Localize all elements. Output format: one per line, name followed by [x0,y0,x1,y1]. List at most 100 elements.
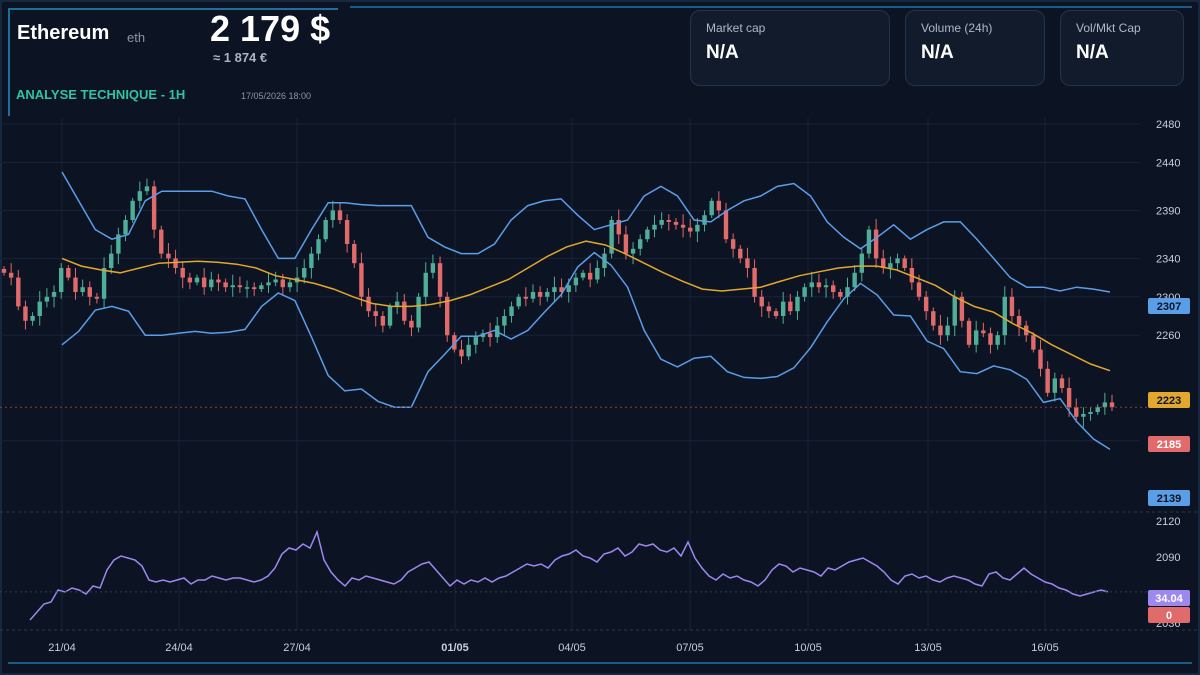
x-date-label: 24/04 [165,642,193,654]
candle-body [187,277,193,283]
candle-body [873,229,879,259]
sma-tag: 2223 [1157,395,1181,407]
candle-body [201,277,207,288]
candle-body [809,282,814,288]
candle-body [23,306,28,321]
candle-body [945,325,950,336]
candle-body [287,282,293,288]
stat-label: Market cap [706,21,766,35]
candle-body [180,268,185,278]
stat-card-market-cap: Market cap N/A [690,10,890,86]
candle-body [216,279,221,283]
candle-body [8,272,14,278]
candle-body [523,296,529,299]
candle-body [352,244,357,264]
candle-body [952,296,957,326]
candle-body [337,210,343,220]
candle-body [309,253,314,268]
y-tick-label: 2440 [1156,157,1180,169]
candle-body [1059,378,1065,388]
candle-body [237,285,243,288]
candle-body [966,320,972,345]
candle-body [151,186,157,230]
stat-value: N/A [706,42,739,63]
candle-body [144,186,150,192]
coin-symbol: eth [127,30,146,45]
candle-body [537,292,543,297]
candle-body [688,227,693,232]
candle-body [730,239,736,249]
candle-body [695,224,700,232]
candle-body [1038,349,1043,369]
y-tick-label: 2390 [1156,205,1180,217]
candle-body [244,287,250,289]
x-date-label: 13/05 [914,642,942,654]
rsi-tick-label: 2120 [1156,516,1180,528]
candle-body [366,296,371,312]
candle-body [788,301,793,312]
candle-body [1045,368,1050,393]
candle-body [1074,407,1079,417]
bollinger-upper-line [61,171,1111,293]
candle-body [502,316,507,326]
x-date-label: 16/05 [1031,642,1059,654]
candle-body [766,306,772,312]
candle-body [130,200,135,220]
candle-body [1095,407,1100,412]
candle-body [251,287,257,290]
candle-body [509,306,514,316]
candle-body [109,253,114,268]
candle-body [37,301,42,316]
candle-body [1,268,7,273]
candle-body [623,234,629,254]
candle-body [387,306,393,326]
stat-card-vol-mkt-cap: Vol/Mkt Cap N/A [1060,10,1184,86]
candle-body [702,215,707,225]
candle-body [1016,316,1022,326]
candle-body [101,268,107,299]
candle-body [123,220,128,235]
candle-body [487,333,493,338]
candle-body [30,316,35,321]
x-date-label: 01/05 [441,642,469,654]
current-price-tag: 2185 [1157,439,1181,451]
candle-body [802,287,807,297]
candle-body [645,229,650,240]
candle-body [344,220,350,244]
candle-body [852,272,857,288]
candle-body [1088,412,1093,414]
candle-body [573,277,579,286]
candle-body [1052,378,1058,393]
candle-body [402,301,407,321]
candle-body [988,333,993,345]
bottom-accent-line [8,662,1192,664]
stat-label: Volume (24h) [921,21,993,35]
candle-body [666,220,671,222]
candle-body [66,268,71,278]
candle-body [973,330,979,345]
stat-value: N/A [921,42,954,63]
candle-body [902,258,907,268]
candle-body [466,344,471,357]
candle-body [173,258,178,268]
candle-body [888,263,893,268]
candle-body [652,224,657,230]
candle-body [437,263,443,297]
candle-body [759,296,764,307]
candle-body [816,282,822,288]
candle-body [166,253,171,259]
candle-body [638,239,643,249]
candle-body [709,200,714,216]
candle-body [323,220,328,240]
candle-body [738,248,743,259]
candle-body [630,248,636,254]
analysis-label: ANALYSE TECHNIQUE - 1H [16,87,186,102]
candle-body [44,296,50,302]
candle-body [380,316,386,326]
rsi-tick-label: 2090 [1156,552,1180,564]
candle-body [752,268,757,297]
stat-value: N/A [1076,42,1109,63]
candle-body [580,272,586,278]
x-date-label: 07/05 [676,642,704,654]
x-date-label: 10/05 [794,642,822,654]
